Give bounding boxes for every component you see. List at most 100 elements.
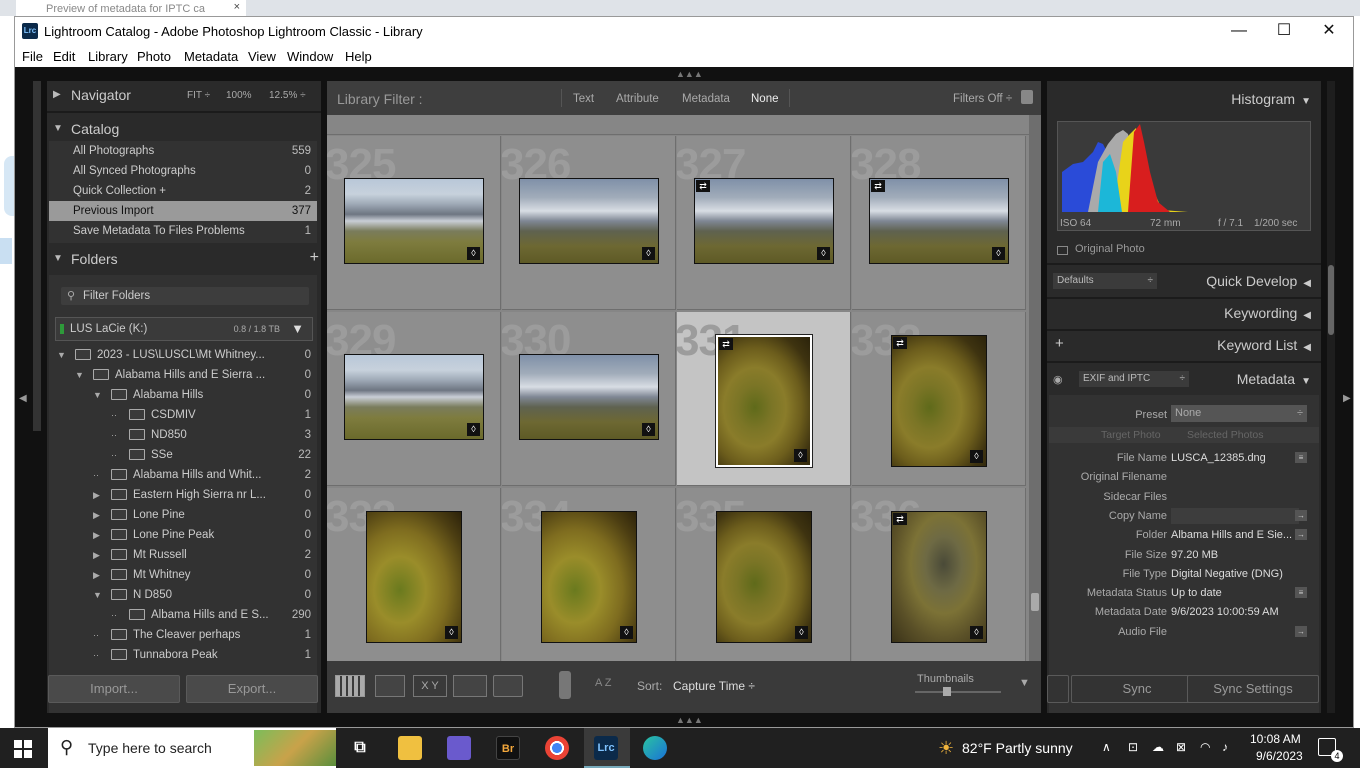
menu-help[interactable]: Help bbox=[345, 49, 372, 64]
survey-view-icon[interactable] bbox=[453, 675, 487, 697]
original-photo-checkbox[interactable] bbox=[1057, 246, 1068, 255]
folder-item[interactable]: ·· CSDMIV 1 bbox=[49, 405, 317, 425]
photo-cell[interactable]: 328 ⇄ ◊ bbox=[852, 136, 1026, 310]
navigator-zoom-100[interactable]: 100% bbox=[226, 90, 252, 101]
top-panel-grabber-icon[interactable]: ▲▲▲ bbox=[676, 69, 703, 79]
metadata-badge-icon[interactable]: ◊ bbox=[970, 626, 983, 639]
metadata-badge-icon[interactable]: ◊ bbox=[467, 247, 480, 260]
bridge-icon[interactable]: Br bbox=[496, 736, 520, 760]
file-explorer-icon[interactable] bbox=[398, 736, 422, 760]
menu-metadata[interactable]: Metadata bbox=[184, 49, 238, 64]
tree-dots-icon[interactable]: ·· bbox=[111, 450, 117, 460]
sync-settings-button[interactable]: Sync Settings bbox=[1187, 675, 1319, 703]
develop-edited-icon[interactable]: ⇄ bbox=[871, 180, 885, 192]
folders-header[interactable]: ▼ Folders + bbox=[47, 245, 321, 275]
photo-thumbnail[interactable]: ⇄ ◊ bbox=[694, 178, 834, 264]
catalog-item-quick-collection[interactable]: Quick Collection + 2 bbox=[49, 181, 317, 201]
develop-edited-icon[interactable]: ⇄ bbox=[719, 338, 733, 350]
close-button[interactable]: ✕ bbox=[1307, 20, 1351, 42]
loupe-view-icon[interactable] bbox=[375, 675, 405, 697]
selected-photos-toggle[interactable]: Selected Photos bbox=[1187, 429, 1263, 441]
import-button[interactable]: Import... bbox=[48, 675, 180, 703]
copy-name-input[interactable] bbox=[1171, 507, 1299, 524]
collapsed-triangle-icon[interactable]: ▶ bbox=[93, 530, 100, 541]
collapsed-triangle-icon[interactable]: ▶ bbox=[93, 510, 100, 521]
folder-item[interactable]: ▼ Alabama Hills 0 bbox=[49, 385, 317, 405]
painter-icon[interactable] bbox=[559, 671, 571, 699]
right-scrollbar-thumb[interactable] bbox=[1328, 265, 1334, 335]
add-keyword-icon[interactable]: + bbox=[1055, 335, 1064, 352]
taskbar-search-box[interactable]: ⚲ Type here to search bbox=[48, 728, 336, 768]
photo-cell[interactable]: 335 ◊ bbox=[677, 488, 851, 661]
target-photo-toggle[interactable]: Target Photo bbox=[1101, 429, 1161, 441]
volume-bar[interactable]: LUS LaCie (K:) 0.8 / 1.8 TB ▼ bbox=[55, 317, 313, 341]
menu-library[interactable]: Library bbox=[88, 49, 128, 64]
tree-dots-icon[interactable]: ·· bbox=[93, 630, 99, 640]
close-icon[interactable]: × bbox=[234, 1, 240, 13]
photo-cell[interactable]: 336 ⇄ ◊ bbox=[852, 488, 1026, 661]
volume-dropdown-icon[interactable]: ▼ bbox=[291, 321, 304, 336]
folder-item[interactable]: ▶ Mt Whitney 0 bbox=[49, 565, 317, 585]
expanded-triangle-icon[interactable]: ▼ bbox=[75, 370, 84, 380]
folder-item[interactable]: ▼ Alabama Hills and E Sierra ... 0 bbox=[49, 365, 317, 385]
expanded-triangle-icon[interactable]: ▼ bbox=[93, 390, 102, 400]
compare-view-icon[interactable]: X Y bbox=[413, 675, 447, 697]
navigator-fit[interactable]: FIT ÷ bbox=[187, 90, 210, 101]
list-icon[interactable]: ≡ bbox=[1295, 587, 1307, 599]
folder-item[interactable]: ▶ Lone Pine Peak 0 bbox=[49, 525, 317, 545]
catalog-item-save-metadata-problems[interactable]: Save Metadata To Files Problems 1 bbox=[49, 221, 317, 241]
metadata-badge-icon[interactable]: ◊ bbox=[445, 626, 458, 639]
metadata-badge-icon[interactable]: ◊ bbox=[642, 423, 655, 436]
go-arrow-icon[interactable]: → bbox=[1295, 625, 1307, 637]
photo-thumbnail[interactable]: ◊ bbox=[344, 178, 484, 264]
folder-item[interactable]: ▶ Mt Russell 2 bbox=[49, 545, 317, 565]
photo-cell[interactable]: 333 ◊ bbox=[327, 488, 501, 661]
metadata-header[interactable]: Metadata ▼ bbox=[1237, 371, 1311, 387]
photo-thumbnail[interactable]: ◊ bbox=[519, 178, 659, 264]
volume-icon[interactable]: ♪ bbox=[1222, 740, 1228, 754]
photo-thumbnail[interactable]: ◊ bbox=[344, 354, 484, 440]
keywording-header[interactable]: Keywording ◀ bbox=[1224, 305, 1311, 321]
folder-item[interactable]: ·· Alabama Hills and Whit... 2 bbox=[49, 465, 317, 485]
thumbnail-size-slider[interactable] bbox=[915, 687, 1001, 696]
expanded-triangle-icon[interactable]: ▼ bbox=[93, 590, 102, 600]
folder-item[interactable]: ▶ Lone Pine 0 bbox=[49, 505, 317, 525]
sync-button[interactable]: Sync bbox=[1071, 675, 1203, 703]
grid-scrollbar[interactable] bbox=[1029, 115, 1041, 661]
left-panel-toggle-icon[interactable]: ◀ bbox=[19, 393, 27, 404]
tree-dots-icon[interactable]: ·· bbox=[111, 410, 117, 420]
menu-view[interactable]: View bbox=[248, 49, 276, 64]
menu-photo[interactable]: Photo bbox=[137, 49, 171, 64]
catalog-item-all-photographs[interactable]: All Photographs 559 bbox=[49, 141, 317, 161]
grid-view-icon[interactable] bbox=[335, 675, 365, 697]
collapsed-triangle-icon[interactable]: ▶ bbox=[93, 570, 100, 581]
filter-folders-input[interactable]: ⚲ Filter Folders bbox=[61, 287, 309, 305]
metadata-badge-icon[interactable]: ◊ bbox=[467, 423, 480, 436]
filter-tab-metadata[interactable]: Metadata bbox=[682, 93, 730, 105]
filter-tab-text[interactable]: Text bbox=[573, 93, 594, 105]
people-view-icon[interactable] bbox=[493, 675, 523, 697]
metadata-badge-icon[interactable]: ◊ bbox=[817, 247, 830, 260]
quick-develop-preset-dropdown[interactable]: Defaults ÷ bbox=[1053, 273, 1157, 289]
task-view-icon[interactable]: ⧉ bbox=[348, 736, 372, 760]
metadata-badge-icon[interactable]: ◊ bbox=[795, 626, 808, 639]
tray-icon[interactable]: ⊠ bbox=[1176, 740, 1186, 754]
cloud-icon[interactable]: ☁ bbox=[1152, 740, 1164, 754]
tree-dots-icon[interactable]: ·· bbox=[111, 430, 117, 440]
browser-tab[interactable]: Preview of metadata for IPTC ca × bbox=[16, 0, 246, 16]
tray-icon[interactable]: ⊡ bbox=[1128, 740, 1138, 754]
eye-icon[interactable]: ◉ bbox=[1053, 373, 1063, 386]
photo-cell[interactable]: 331 ⇄ ◊ bbox=[677, 312, 851, 486]
sort-direction-icon[interactable]: A Z bbox=[595, 677, 612, 689]
tree-dots-icon[interactable]: ·· bbox=[93, 470, 99, 480]
filters-off-dropdown[interactable]: Filters Off ÷ bbox=[953, 93, 1012, 105]
photo-thumbnail[interactable]: ◊ bbox=[716, 511, 812, 643]
thumbnail-size-slider-thumb[interactable] bbox=[943, 687, 951, 696]
maximize-button[interactable]: ☐ bbox=[1262, 20, 1306, 42]
weather-text[interactable]: 82°F Partly sunny bbox=[962, 740, 1073, 756]
photo-thumbnail[interactable]: ⇄ ◊ bbox=[716, 335, 812, 467]
photo-cell[interactable]: 329 ◊ bbox=[327, 312, 501, 486]
chevron-up-icon[interactable]: ∧ bbox=[1102, 740, 1111, 754]
wifi-icon[interactable]: ◠ bbox=[1200, 740, 1210, 754]
photo-cell[interactable]: 327 ⇄ ◊ bbox=[677, 136, 851, 310]
